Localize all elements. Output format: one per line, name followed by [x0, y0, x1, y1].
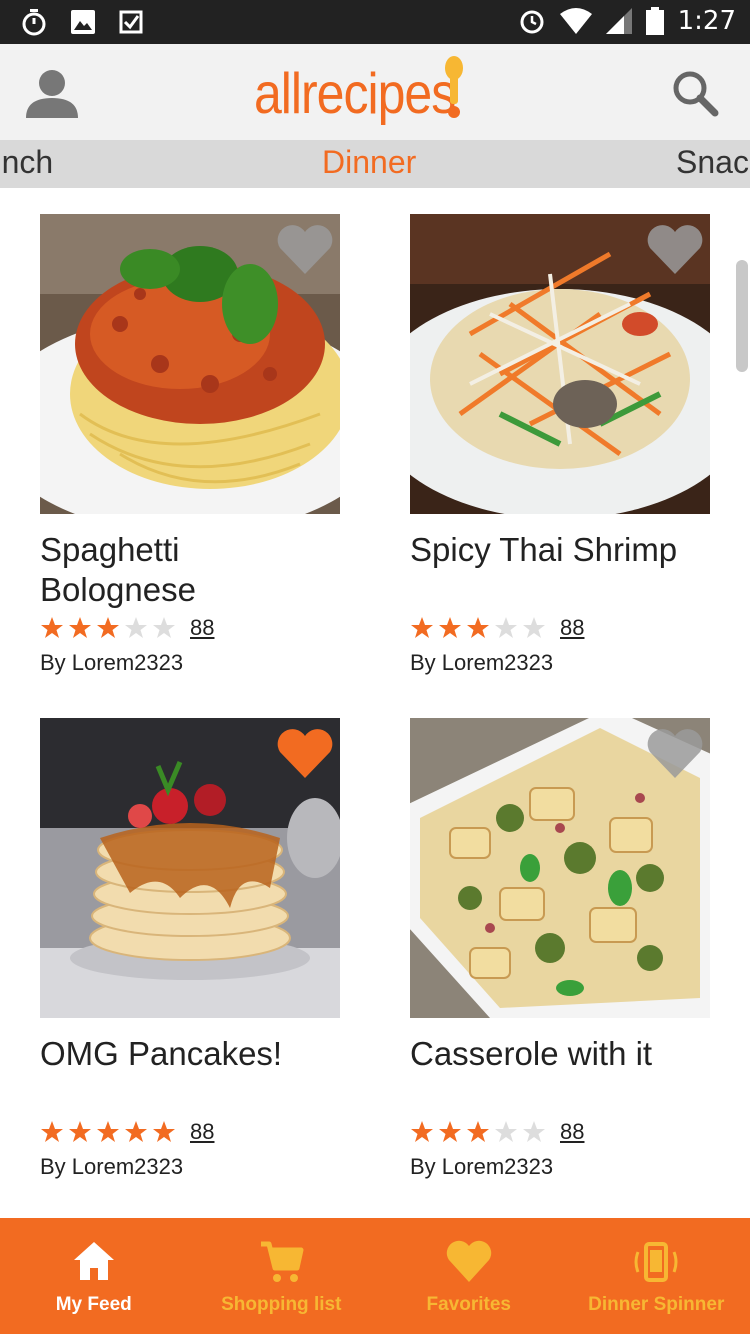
download-check-icon [119, 10, 143, 34]
recipe-card[interactable]: Spicy Thai Shrimp 88 By Lorem2323 [410, 214, 710, 676]
star-filled-icon [125, 1121, 147, 1142]
image-icon [71, 10, 95, 34]
star-empty-icon [523, 1121, 545, 1142]
search-button[interactable] [670, 68, 720, 118]
star-rating [40, 616, 176, 640]
category-tabs: Lunch Dinner Snack [0, 140, 750, 188]
star-filled-icon [467, 617, 489, 638]
review-count-link[interactable]: 88 [190, 1119, 214, 1145]
heart-icon [446, 1240, 491, 1282]
nav-label: Favorites [426, 1294, 511, 1315]
spoon-icon [445, 56, 463, 118]
star-filled-icon [153, 1121, 175, 1142]
star-rating [410, 616, 546, 640]
star-filled-icon [69, 617, 91, 638]
recipe-author: By Lorem2323 [410, 1154, 554, 1179]
nav-my-feed[interactable]: My Feed [0, 1218, 188, 1334]
recipe-feed[interactable]: Spaghetti Bolognese 88 By Lorem2323 Spic… [0, 188, 750, 1218]
battery-icon [645, 7, 664, 35]
recipe-title[interactable]: OMG Pancakes! [40, 1034, 340, 1116]
alarm-icon [520, 10, 544, 34]
home-icon [73, 1242, 114, 1280]
rating-row: 88 [410, 612, 710, 644]
wifi-icon [559, 8, 592, 34]
nav-label: Shopping list [221, 1294, 342, 1315]
rating-row: 88 [40, 1116, 340, 1148]
tab-snack[interactable]: Snack [676, 144, 750, 181]
star-empty-icon [495, 1121, 517, 1142]
heart-icon [647, 225, 703, 274]
nav-favorites[interactable]: Favorites [375, 1218, 563, 1334]
signal-icon [605, 8, 632, 34]
star-filled-icon [97, 617, 119, 638]
recipe-title[interactable]: Spicy Thai Shrimp [410, 530, 710, 612]
phone-shake-icon [634, 1242, 678, 1282]
star-filled-icon [439, 1121, 461, 1142]
nav-dinner-spinner[interactable]: Dinner Spinner [563, 1218, 750, 1334]
tab-dinner[interactable]: Dinner [322, 144, 416, 181]
recipe-image[interactable] [410, 214, 710, 514]
rating-row: 88 [410, 1116, 710, 1148]
logo-text: allrecipes [254, 61, 456, 126]
app-header: allrecipes [0, 44, 750, 140]
star-filled-icon [467, 1121, 489, 1142]
star-rating [410, 1120, 546, 1144]
recipe-image[interactable] [40, 718, 340, 1018]
nav-shopping-list[interactable]: Shopping list [188, 1218, 376, 1334]
star-filled-icon [97, 1121, 119, 1142]
allrecipes-logo: allrecipes [254, 56, 494, 130]
nav-label: My Feed [55, 1294, 132, 1315]
star-filled-icon [41, 1121, 63, 1142]
heart-icon [277, 225, 333, 274]
review-count-link[interactable]: 88 [560, 1119, 584, 1145]
star-filled-icon [411, 1121, 433, 1142]
star-empty-icon [125, 617, 147, 638]
star-filled-icon [69, 1121, 91, 1142]
status-bar: 1:27 [0, 0, 750, 44]
recipe-author: By Lorem2323 [40, 650, 184, 675]
star-empty-icon [153, 617, 175, 638]
favorite-button[interactable] [646, 728, 704, 780]
recipe-card[interactable]: Spaghetti Bolognese 88 By Lorem2323 [40, 214, 340, 676]
recipe-image[interactable] [410, 718, 710, 1018]
star-empty-icon [523, 617, 545, 638]
star-empty-icon [495, 617, 517, 638]
profile-button[interactable] [24, 66, 80, 122]
recipe-image[interactable] [40, 214, 340, 514]
scrollbar-thumb[interactable] [736, 260, 748, 372]
recipe-card[interactable]: OMG Pancakes! 88 By Lorem2323 [40, 718, 340, 1180]
favorite-button[interactable] [276, 224, 334, 276]
recipe-title[interactable]: Spaghetti Bolognese [40, 530, 340, 612]
clock-time: 1:27 [677, 6, 736, 36]
bottom-nav: My Feed Shopping list Favorites Dinner S… [0, 1218, 750, 1334]
person-icon [26, 70, 78, 118]
stopwatch-icon [22, 9, 46, 36]
cart-icon [261, 1241, 304, 1282]
review-count-link[interactable]: 88 [190, 615, 214, 641]
star-filled-icon [439, 617, 461, 638]
nav-label: Dinner Spinner [588, 1294, 725, 1315]
heart-icon [647, 729, 703, 778]
favorite-button[interactable] [276, 728, 334, 780]
tab-lunch[interactable]: Lunch [0, 144, 53, 181]
star-filled-icon [41, 617, 63, 638]
star-rating [40, 1120, 176, 1144]
star-filled-icon [411, 617, 433, 638]
favorite-button[interactable] [646, 224, 704, 276]
heart-icon [277, 729, 333, 778]
search-icon [673, 71, 719, 117]
app-screen: 1:27 allrecipes Lunch Dinn [0, 0, 750, 1334]
rating-row: 88 [40, 612, 340, 644]
recipe-title[interactable]: Casserole with it [410, 1034, 710, 1116]
review-count-link[interactable]: 88 [560, 615, 584, 641]
recipe-author: By Lorem2323 [410, 650, 554, 675]
recipe-card[interactable]: Casserole with it 88 By Lorem2323 [410, 718, 710, 1180]
recipe-author: By Lorem2323 [40, 1154, 184, 1179]
